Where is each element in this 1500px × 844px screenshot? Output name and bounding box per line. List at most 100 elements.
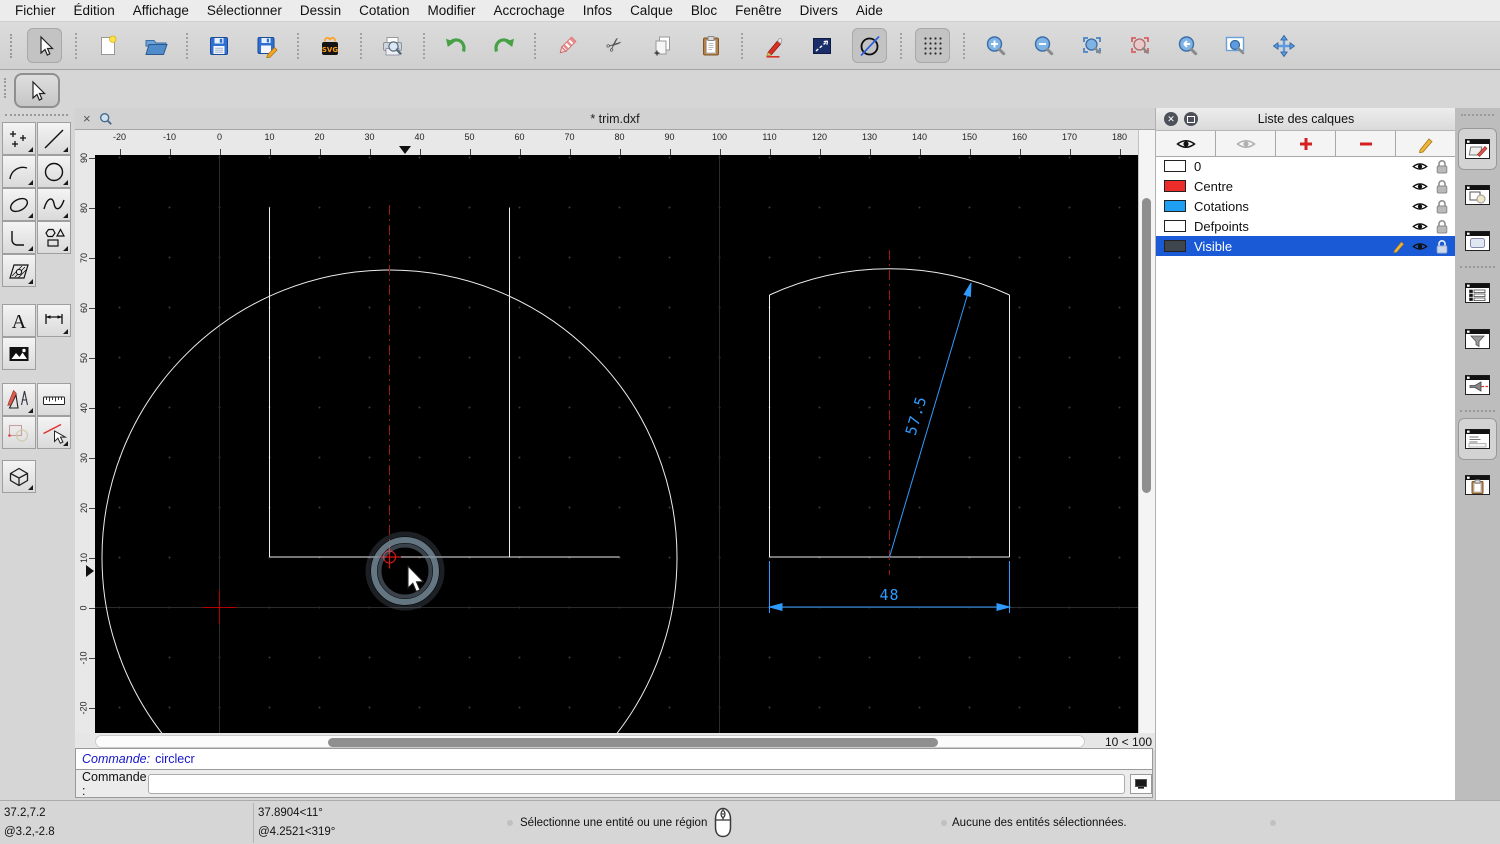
arc-tool-button[interactable] — [2, 155, 36, 188]
text-tool-button[interactable]: A — [2, 304, 36, 337]
layer-lock-icon[interactable] — [1436, 179, 1448, 194]
dock-filter-button[interactable] — [1458, 318, 1497, 360]
dock-library-button[interactable] — [1458, 220, 1497, 262]
copy-button[interactable] — [645, 28, 680, 63]
vertical-scrollbar[interactable] — [1138, 130, 1155, 733]
save-as-button[interactable] — [249, 28, 284, 63]
shape-info-tool-button[interactable] — [2, 416, 36, 449]
menu-infos[interactable]: Infos — [574, 3, 621, 18]
zoom-window-button[interactable] — [1218, 28, 1253, 63]
vertical-scrollbar-thumb[interactable] — [1142, 198, 1151, 493]
edit-tools-tool-button[interactable] — [2, 383, 36, 416]
svg-text:SVG: SVG — [321, 46, 337, 54]
layer-visibility-icon[interactable] — [1412, 201, 1428, 212]
layer-lock-icon[interactable] — [1436, 219, 1448, 234]
command-keyboard-button[interactable] — [1130, 773, 1152, 794]
select-cursor-button[interactable] — [27, 28, 62, 63]
dimension-tool-button[interactable] — [37, 304, 71, 337]
layer-row-defpoints[interactable]: Defpoints — [1156, 216, 1456, 236]
shapes-tool-button[interactable] — [37, 221, 71, 254]
draw-pen-button[interactable] — [756, 28, 791, 63]
layer-row-cotations[interactable]: Cotations — [1156, 196, 1456, 216]
zoom-pan-button[interactable] — [1266, 28, 1301, 63]
menu-fenetre[interactable]: Fenêtre — [726, 3, 791, 18]
menu-aide[interactable]: Aide — [847, 3, 892, 18]
layer-visibility-icon[interactable] — [1412, 161, 1428, 172]
layer-remove-button[interactable] — [1336, 131, 1396, 156]
new-document-button[interactable] — [90, 28, 125, 63]
dock-list-button[interactable] — [1458, 272, 1497, 314]
layer-edit-button[interactable] — [1396, 131, 1455, 156]
menu-modifier[interactable]: Modifier — [418, 3, 484, 18]
vertical-ruler: 90 80 70 60 50 40 30 20 10 0 -10 -20 — [75, 130, 95, 733]
ortho-line-button[interactable] — [804, 28, 839, 63]
redo-button[interactable] — [486, 28, 521, 63]
print-preview-button[interactable] — [375, 28, 410, 63]
menu-accrochage[interactable]: Accrochage — [484, 3, 573, 18]
menu-cotation[interactable]: Cotation — [350, 3, 418, 18]
image-tool-button[interactable] — [2, 337, 36, 370]
open-file-button[interactable] — [138, 28, 173, 63]
ruler-h-label: 70 — [564, 132, 575, 142]
zoom-previous-button[interactable] — [1170, 28, 1205, 63]
horizontal-scrollbar[interactable] — [95, 735, 1085, 748]
horizontal-scrollbar-thumb[interactable] — [328, 738, 938, 747]
width-dimension-label: 48 — [879, 586, 899, 604]
layer-visibility-icon[interactable] — [1412, 221, 1428, 232]
layer-lock-icon[interactable] — [1436, 239, 1448, 254]
drawing-canvas[interactable]: 57.5 48 — [95, 155, 1138, 733]
zoom-in-button[interactable] — [978, 28, 1013, 63]
layer-lock-icon[interactable] — [1436, 159, 1448, 174]
dock-clipboard-button[interactable] — [1458, 464, 1497, 506]
dock-blocks-button[interactable] — [1458, 174, 1497, 216]
snap-grid-button[interactable] — [915, 28, 950, 63]
spline-tool-button[interactable] — [37, 188, 71, 221]
layer-row-centre[interactable]: Centre — [1156, 176, 1456, 196]
toolbar-separator — [534, 32, 536, 59]
layer-edit-icon[interactable] — [1392, 239, 1406, 253]
cut-button[interactable]: ✂ — [597, 28, 632, 63]
menu-bloc[interactable]: Bloc — [682, 3, 726, 18]
select-cursor-tool-button[interactable] — [14, 73, 60, 108]
svg-export-button[interactable]: SVG — [312, 28, 347, 63]
dock-layers-button[interactable] — [1458, 128, 1497, 170]
zoom-auto-button[interactable] — [1074, 28, 1109, 63]
menu-dessin[interactable]: Dessin — [291, 3, 350, 18]
undo-button[interactable] — [438, 28, 473, 63]
menu-calque[interactable]: Calque — [621, 3, 682, 18]
menu-selectionner[interactable]: Sélectionner — [198, 3, 291, 18]
menu-fichier[interactable]: Fichier — [6, 3, 65, 18]
layer-add-button[interactable] — [1276, 131, 1336, 156]
menu-edition[interactable]: Édition — [65, 3, 124, 18]
hatch-tool-button[interactable] — [2, 254, 36, 287]
dock-drag-handle — [1461, 114, 1494, 116]
ruler-h-label: 50 — [464, 132, 475, 142]
layer-row-0[interactable]: 0 — [1156, 156, 1456, 176]
eraser-button[interactable] — [549, 28, 584, 63]
polyline-tool-button[interactable] — [2, 221, 36, 254]
iso-box-tool-button[interactable] — [2, 460, 36, 493]
paste-button[interactable] — [693, 28, 728, 63]
layer-row-visible[interactable]: Visible — [1156, 236, 1456, 256]
dock-pen-button[interactable] — [1458, 364, 1497, 406]
measure-tool-button[interactable] — [37, 383, 71, 416]
line-tool-button[interactable] — [37, 122, 71, 155]
layer-lock-icon[interactable] — [1436, 199, 1448, 214]
eye-on-button[interactable] — [1156, 131, 1216, 156]
layer-visibility-icon[interactable] — [1412, 181, 1428, 192]
points-tool-button[interactable] — [2, 122, 36, 155]
zoom-selection-button[interactable] — [1122, 28, 1157, 63]
zoom-out-button[interactable] — [1026, 28, 1061, 63]
layer-visibility-icon[interactable] — [1412, 241, 1428, 252]
save-button[interactable] — [201, 28, 236, 63]
menu-divers[interactable]: Divers — [791, 3, 847, 18]
ellipse-tool-button[interactable] — [2, 188, 36, 221]
circle-line-button[interactable] — [852, 28, 887, 63]
dock-command-button[interactable] — [1458, 418, 1497, 460]
circle-tool-button[interactable] — [37, 155, 71, 188]
layer-name: 0 — [1194, 158, 1202, 174]
command-input[interactable] — [147, 773, 1126, 794]
trim-tool-button[interactable] — [37, 416, 71, 449]
eye-off-button[interactable] — [1216, 131, 1276, 156]
menu-affichage[interactable]: Affichage — [124, 3, 198, 18]
